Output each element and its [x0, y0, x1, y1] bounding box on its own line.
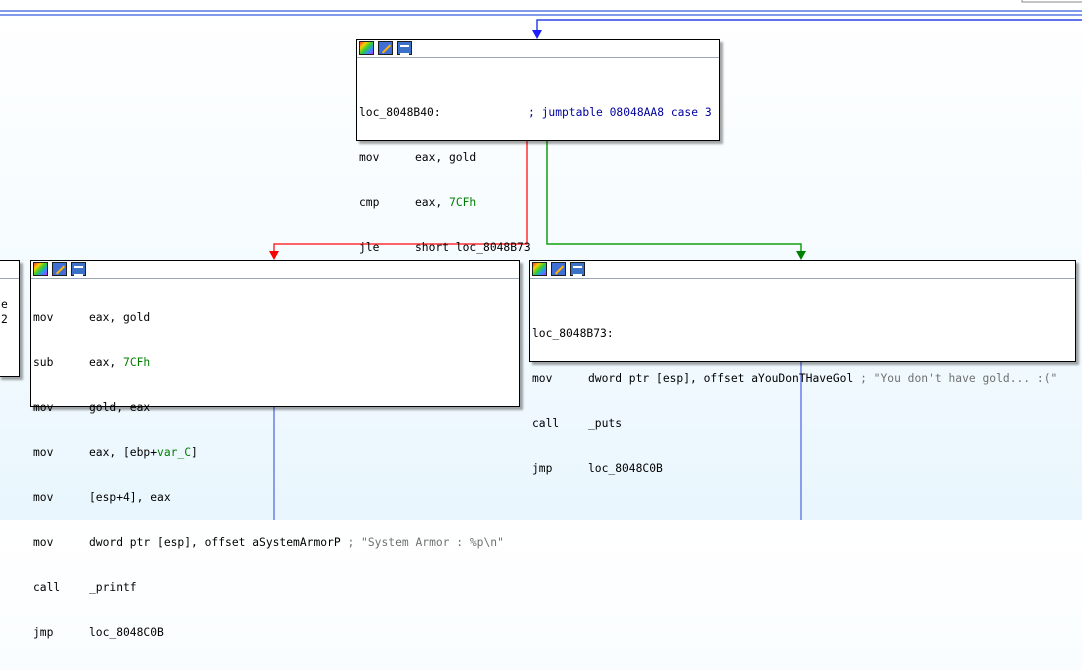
- operand[interactable]: [esp+4], eax: [89, 491, 171, 504]
- partial-node-left[interactable]: e 2: [0, 260, 20, 377]
- immediate-value[interactable]: 7CFh: [123, 356, 150, 369]
- mnemonic: mov: [33, 491, 54, 504]
- operand[interactable]: loc_8048C0B: [588, 462, 663, 475]
- incoming-arrowhead: [532, 30, 542, 39]
- instruction-line: sub eax, 7CFh: [33, 355, 517, 370]
- node-header: [530, 261, 1075, 279]
- green-arrowhead: [796, 251, 806, 260]
- immediate-value[interactable]: 7CFh: [449, 196, 476, 209]
- instruction-line: mov eax, gold: [33, 310, 517, 325]
- instruction-line: jle short loc_8048B73: [359, 240, 717, 255]
- label-loc-8048b73[interactable]: loc_8048B73:: [532, 327, 614, 340]
- mnemonic: mov: [33, 311, 54, 324]
- mnemonic: sub: [33, 356, 54, 369]
- graph-view-icon[interactable]: [71, 262, 86, 276]
- operand[interactable]: _puts: [588, 417, 622, 430]
- mnemonic: jmp: [532, 462, 553, 475]
- instruction-line: call _printf: [33, 580, 517, 595]
- label-loc-8048b40[interactable]: loc_8048B40:: [359, 106, 441, 119]
- mnemonic: mov: [532, 372, 553, 385]
- color-palette-icon[interactable]: [359, 41, 374, 55]
- edit-pencil-icon[interactable]: [551, 262, 566, 276]
- instruction-line: jmp loc_8048C0B: [33, 625, 517, 640]
- jumptable-comment: ; jumptable 08048AA8 case 3: [528, 106, 712, 119]
- node-header: [357, 40, 719, 58]
- mnemonic: jle: [359, 241, 380, 254]
- color-palette-icon[interactable]: [33, 262, 48, 276]
- graph-view-icon[interactable]: [397, 41, 412, 55]
- operand[interactable]: gold, eax: [89, 401, 150, 414]
- graph-view-icon[interactable]: [570, 262, 585, 276]
- partial-node-text: e 2: [1, 298, 8, 326]
- node-loc-8048b40[interactable]: loc_8048B40:; jumptable 08048AA8 case 3 …: [356, 39, 720, 254]
- operand[interactable]: eax,: [89, 356, 123, 369]
- instruction-line: mov dword ptr [esp], offset aSystemArmorP…: [33, 535, 517, 550]
- instruction-line: mov [esp+4], eax: [33, 490, 517, 505]
- offscreen-node-corner: [1021, 0, 1082, 3]
- red-arrowhead: [269, 251, 279, 260]
- mnemonic: cmp: [359, 196, 380, 209]
- node-header: [31, 261, 519, 279]
- mnemonic: mov: [359, 151, 380, 164]
- operand[interactable]: eax, gold: [89, 311, 150, 324]
- operand[interactable]: short loc_8048B73: [415, 241, 531, 254]
- node-left-branch[interactable]: mov eax, gold sub eax, 7CFh mov gold, eax m…: [30, 260, 520, 639]
- mnemonic: mov: [33, 401, 54, 414]
- operand[interactable]: _printf: [89, 581, 137, 594]
- operand[interactable]: eax, [ebp+: [89, 446, 157, 459]
- operand[interactable]: dword ptr [esp], offset aSystemArmorP: [89, 536, 341, 549]
- instruction-line: call _puts: [532, 416, 1073, 431]
- operand-suffix: ]: [191, 446, 198, 459]
- instruction-line: cmp eax, 7CFh: [359, 195, 717, 210]
- operand[interactable]: dword ptr [esp], offset aYouDonTHaveGol: [588, 372, 853, 385]
- instruction-line: jmp loc_8048C0B: [532, 461, 1073, 476]
- string-comment: ; "You don't have gold... :(": [853, 372, 1058, 385]
- edit-pencil-icon[interactable]: [378, 41, 393, 55]
- instruction-line: mov dword ptr [esp], offset aYouDonTHaveG…: [532, 371, 1073, 386]
- string-comment: ; "System Armor : %p\n": [340, 536, 504, 549]
- instruction-line: mov eax, [ebp+var_C]: [33, 445, 517, 460]
- mnemonic: mov: [33, 536, 54, 549]
- node-loc-8048b73[interactable]: loc_8048B73: mov dword ptr [esp], offset …: [529, 260, 1076, 475]
- edit-pencil-icon[interactable]: [52, 262, 67, 276]
- color-palette-icon[interactable]: [532, 262, 547, 276]
- incoming-edge-3: [536, 19, 1082, 31]
- mnemonic: call: [532, 417, 560, 430]
- mnemonic: mov: [33, 446, 54, 459]
- operand[interactable]: eax, gold: [415, 151, 476, 164]
- mnemonic: call: [33, 581, 61, 594]
- stack-variable[interactable]: var_C: [157, 446, 191, 459]
- mnemonic: jmp: [33, 626, 54, 639]
- instruction-line: mov eax, gold: [359, 150, 717, 165]
- operand[interactable]: eax,: [415, 196, 449, 209]
- instruction-line: mov gold, eax: [33, 400, 517, 415]
- operand[interactable]: loc_8048C0B: [89, 626, 164, 639]
